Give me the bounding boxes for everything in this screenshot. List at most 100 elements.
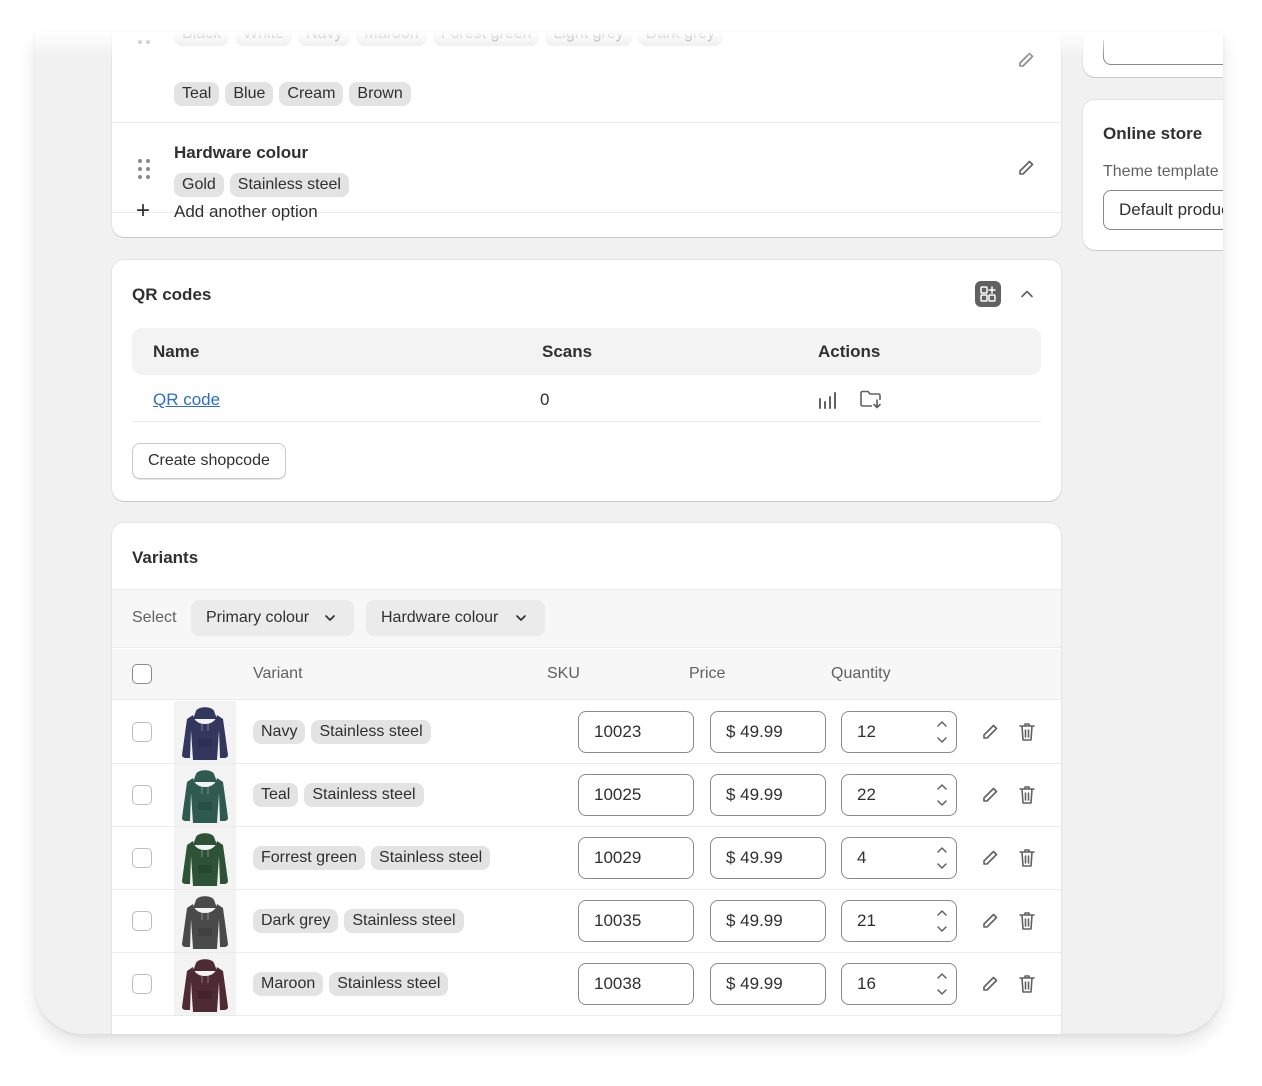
row-checkbox[interactable] — [132, 722, 152, 742]
side-card-top — [1083, 32, 1223, 77]
app-window: Black White Navy Maroon Forest green Light gr… — [35, 32, 1223, 1034]
card-title: Variants — [132, 548, 199, 567]
pencil-icon[interactable] — [980, 974, 1000, 994]
variant-colour-pill: Maroon — [253, 972, 324, 996]
price-input[interactable]: $ 49.99 — [710, 774, 826, 816]
bar-chart-icon[interactable] — [817, 389, 839, 411]
variant-filter-bar: Select Primary colour Hardware colour — [112, 589, 1061, 648]
variant-colour-pill: Navy — [253, 720, 306, 744]
value-pill: Black — [174, 32, 230, 46]
trash-icon[interactable] — [1017, 784, 1037, 806]
select-all-checkbox[interactable] — [132, 664, 152, 684]
variant-row[interactable]: Forrest green Stainless steel 10029 $ 49.… — [112, 827, 1061, 890]
price-input[interactable]: $ 49.99 — [710, 963, 826, 1005]
hardware-colour-filter[interactable]: Hardware colour — [366, 600, 545, 636]
column-header: SKU — [547, 665, 580, 682]
quantity-input[interactable]: 16 — [841, 963, 957, 1005]
row-checkbox[interactable] — [132, 911, 152, 931]
value-pill: Light grey — [545, 32, 632, 46]
sku-input[interactable]: 10038 — [578, 963, 694, 1005]
filter-label: Hardware colour — [381, 609, 499, 626]
hoodie-image — [182, 959, 228, 1012]
primary-colour-filter[interactable]: Primary colour — [191, 600, 354, 636]
row-checkbox[interactable] — [132, 974, 152, 994]
variant-colour-pill: Dark grey — [253, 909, 339, 933]
quantity-input[interactable]: 4 — [841, 837, 957, 879]
trash-icon[interactable] — [1017, 847, 1037, 869]
option-name: Hardware colour — [174, 143, 309, 162]
quantity-input[interactable]: 22 — [841, 774, 957, 816]
variant-hardware-pill: Stainless steel — [304, 783, 424, 807]
folder-download-icon[interactable] — [859, 388, 883, 410]
variant-row[interactable]: Teal Stainless steel 10025 $ 49.99 22 — [112, 764, 1061, 827]
variant-row[interactable]: Maroon Stainless steel 10038 $ 49.99 16 — [112, 953, 1061, 1016]
variant-colour-pill: Teal — [253, 783, 299, 807]
pencil-icon[interactable] — [980, 722, 1000, 742]
pencil-icon[interactable] — [1016, 158, 1036, 178]
quantity-stepper[interactable] — [936, 780, 948, 810]
column-header: Actions — [818, 342, 881, 361]
quantity-stepper[interactable] — [936, 717, 948, 747]
value-pill: Navy — [298, 32, 351, 46]
add-another-option-button[interactable]: + Add another option — [112, 193, 1061, 237]
option-values: Black White Navy Maroon Forest green Light gr… — [174, 32, 729, 54]
row-checkbox[interactable] — [132, 848, 152, 868]
sku-input[interactable]: 10025 — [578, 774, 694, 816]
pencil-icon[interactable] — [980, 785, 1000, 805]
qr-add-icon[interactable] — [975, 281, 1001, 307]
price-input[interactable]: $ 49.99 — [710, 837, 826, 879]
pencil-icon[interactable] — [1016, 50, 1036, 70]
price-input[interactable]: $ 49.99 — [710, 711, 826, 753]
sku-input[interactable]: 10035 — [578, 900, 694, 942]
price-value: $ 49.99 — [726, 974, 783, 993]
quantity-value: 16 — [857, 974, 876, 993]
hoodie-image — [182, 833, 228, 886]
variant-thumbnail — [174, 701, 236, 763]
value-pill: Cream — [279, 82, 344, 106]
price-value: $ 49.99 — [726, 848, 783, 867]
theme-template-label: Theme template — [1103, 163, 1219, 180]
quantity-input[interactable]: 21 — [841, 900, 957, 942]
variants-table-header: Variant SKU Price Quantity — [112, 649, 1061, 700]
row-checkbox[interactable] — [132, 785, 152, 805]
text-field[interactable] — [1103, 40, 1223, 65]
trash-icon[interactable] — [1017, 973, 1037, 995]
price-value: $ 49.99 — [726, 722, 783, 741]
qr-code-link[interactable]: QR code — [153, 390, 220, 410]
quantity-value: 12 — [857, 722, 876, 741]
theme-template-select[interactable]: Default product — [1103, 190, 1223, 230]
sku-input[interactable]: 10029 — [578, 837, 694, 879]
variant-values: Dark grey Stainless steel — [253, 909, 470, 933]
hoodie-image — [182, 770, 228, 823]
column-header: Price — [689, 665, 726, 682]
variant-thumbnail — [174, 764, 236, 826]
variant-row[interactable]: Dark grey Stainless steel 10035 $ 49.99 2… — [112, 890, 1061, 953]
quantity-stepper[interactable] — [936, 906, 948, 936]
value-pill: White — [235, 32, 293, 46]
pencil-icon[interactable] — [980, 848, 1000, 868]
value-pill: Blue — [225, 82, 274, 106]
sku-value: 10029 — [594, 848, 642, 867]
quantity-value: 21 — [857, 911, 876, 930]
quantity-input[interactable]: 12 — [841, 711, 957, 753]
drag-handle-icon[interactable] — [136, 40, 152, 62]
pencil-icon[interactable] — [980, 911, 1000, 931]
hoodie-image — [182, 707, 228, 760]
value-pill: Maroon — [356, 32, 427, 46]
price-input[interactable]: $ 49.99 — [710, 900, 826, 942]
drag-handle-icon[interactable] — [136, 159, 152, 181]
hoodie-image — [182, 896, 228, 949]
variant-row[interactable]: Navy Stainless steel 10023 $ 49.99 12 — [112, 701, 1061, 764]
quantity-value: 22 — [857, 785, 876, 804]
chevron-up-icon[interactable] — [1017, 284, 1037, 304]
option-row-primary-colour[interactable]: Black White Navy Maroon Forest green Light gr… — [112, 32, 1061, 123]
price-value: $ 49.99 — [726, 911, 783, 930]
trash-icon[interactable] — [1017, 910, 1037, 932]
create-shopcode-button[interactable]: Create shopcode — [132, 443, 286, 479]
trash-icon[interactable] — [1017, 721, 1037, 743]
quantity-stepper[interactable] — [936, 843, 948, 873]
quantity-stepper[interactable] — [936, 969, 948, 999]
variant-values: Maroon Stainless steel — [253, 972, 454, 996]
qr-codes-card: QR codes Name Scans Actions QR code 0 Cr… — [112, 260, 1061, 501]
sku-input[interactable]: 10023 — [578, 711, 694, 753]
